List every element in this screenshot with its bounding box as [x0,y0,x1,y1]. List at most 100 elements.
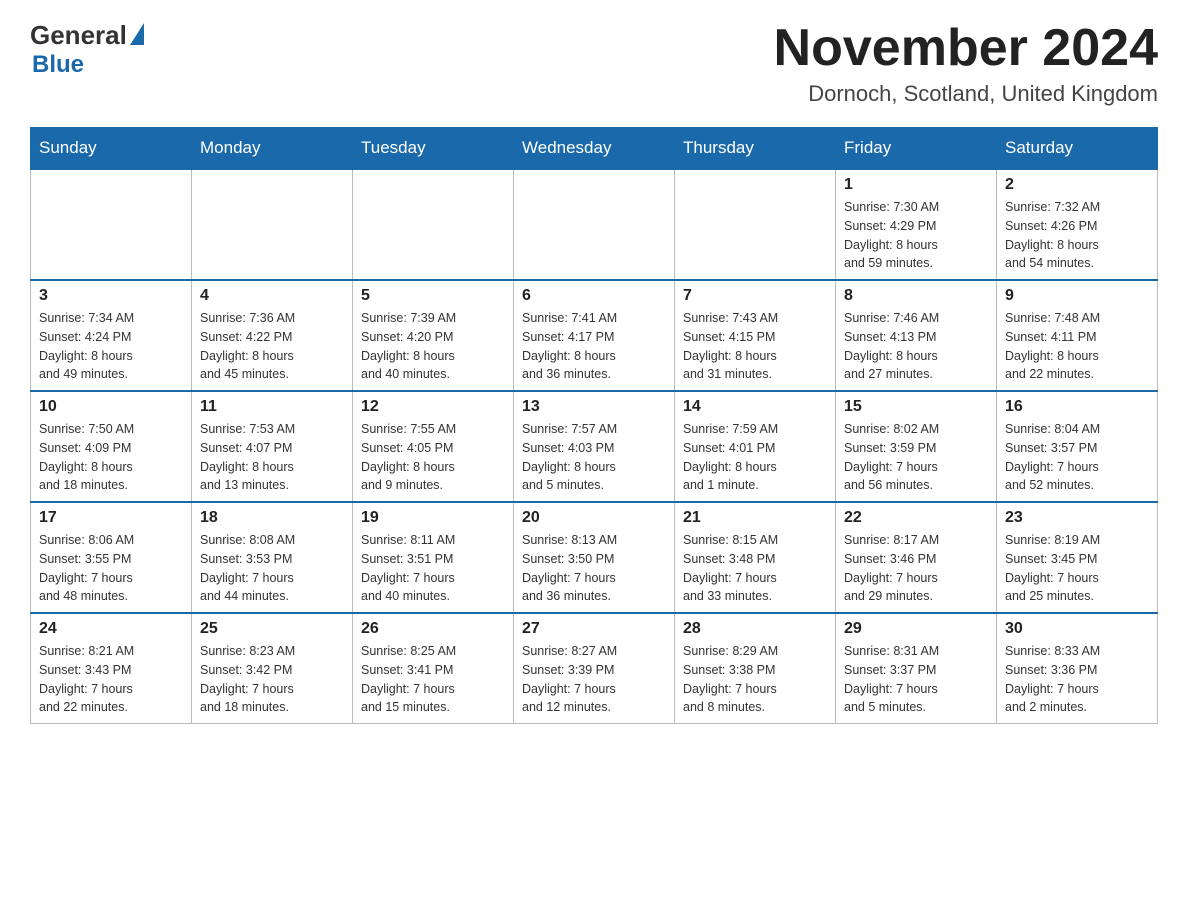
calendar-cell: 19 Sunrise: 8:11 AMSunset: 3:51 PMDayligh… [353,502,514,613]
calendar-cell: 30Sunrise: 8:33 AMSunset: 3:36 PMDayligh… [997,613,1158,724]
day-info: Sunrise: 7:39 AMSunset: 4:20 PMDaylight:… [361,309,505,384]
day-number: 6 [522,287,666,305]
day-number: 27 [522,620,666,638]
day-number: 15 [844,398,988,416]
day-number: 5 [361,287,505,305]
calendar-cell: 12Sunrise: 7:55 AMSunset: 4:05 PMDayligh… [353,391,514,502]
calendar-cell: 7 Sunrise: 7:43 AMSunset: 4:15 PMDaylight… [675,280,836,391]
day-info: Sunrise: 7:36 AMSunset: 4:22 PMDaylight:… [200,309,344,384]
day-info: Sunrise: 8:19 AMSunset: 3:45 PMDaylight:… [1005,531,1149,606]
day-info: Sunrise: 7:55 AMSunset: 4:05 PMDaylight:… [361,420,505,495]
day-info: Sunrise: 8:11 AMSunset: 3:51 PMDaylight:… [361,531,505,606]
calendar-cell: 1 Sunrise: 7:30 AMSunset: 4:29 PMDaylight… [836,169,997,280]
calendar-cell: 23 Sunrise: 8:19 AMSunset: 3:45 PMDayligh… [997,502,1158,613]
week-row-3: 10 Sunrise: 7:50 AMSunset: 4:09 PMDayligh… [31,391,1158,502]
location-subtitle: Dornoch, Scotland, United Kingdom [774,81,1158,107]
day-number: 13 [522,398,666,416]
day-number: 9 [1005,287,1149,305]
col-header-sunday: Sunday [31,128,192,170]
col-header-wednesday: Wednesday [514,128,675,170]
day-number: 23 [1005,509,1149,527]
logo-blue-text: Blue [30,51,84,78]
day-number: 1 [844,176,988,194]
day-info: Sunrise: 8:29 AMSunset: 3:38 PMDaylight:… [683,642,827,717]
calendar-cell: 16 Sunrise: 8:04 AMSunset: 3:57 PMDayligh… [997,391,1158,502]
day-number: 7 [683,287,827,305]
calendar-cell: 22 Sunrise: 8:17 AMSunset: 3:46 PMDayligh… [836,502,997,613]
col-header-tuesday: Tuesday [353,128,514,170]
day-number: 24 [39,620,183,638]
calendar-cell: 8 Sunrise: 7:46 AMSunset: 4:13 PMDaylight… [836,280,997,391]
calendar-cell [353,169,514,280]
day-info: Sunrise: 7:48 AMSunset: 4:11 PMDaylight:… [1005,309,1149,384]
day-info: Sunrise: 7:46 AMSunset: 4:13 PMDaylight:… [844,309,988,384]
calendar-cell: 20Sunrise: 8:13 AMSunset: 3:50 PMDayligh… [514,502,675,613]
calendar-cell: 18Sunrise: 8:08 AMSunset: 3:53 PMDayligh… [192,502,353,613]
col-header-friday: Friday [836,128,997,170]
calendar-cell [514,169,675,280]
day-info: Sunrise: 7:34 AMSunset: 4:24 PMDaylight:… [39,309,183,384]
day-info: Sunrise: 8:23 AMSunset: 3:42 PMDaylight:… [200,642,344,717]
day-info: Sunrise: 8:17 AMSunset: 3:46 PMDaylight:… [844,531,988,606]
day-number: 30 [1005,620,1149,638]
calendar-cell: 3Sunrise: 7:34 AMSunset: 4:24 PMDaylight… [31,280,192,391]
calendar-cell: 17 Sunrise: 8:06 AMSunset: 3:55 PMDayligh… [31,502,192,613]
calendar-cell: 25 Sunrise: 8:23 AMSunset: 3:42 PMDayligh… [192,613,353,724]
day-number: 21 [683,509,827,527]
week-row-5: 24Sunrise: 8:21 AMSunset: 3:43 PMDayligh… [31,613,1158,724]
day-info: Sunrise: 7:53 AMSunset: 4:07 PMDaylight:… [200,420,344,495]
calendar-cell: 26Sunrise: 8:25 AMSunset: 3:41 PMDayligh… [353,613,514,724]
day-info: Sunrise: 7:43 AMSunset: 4:15 PMDaylight:… [683,309,827,384]
day-number: 8 [844,287,988,305]
calendar-table: SundayMondayTuesdayWednesdayThursdayFrid… [30,127,1158,724]
day-info: Sunrise: 7:41 AMSunset: 4:17 PMDaylight:… [522,309,666,384]
day-info: Sunrise: 8:02 AMSunset: 3:59 PMDaylight:… [844,420,988,495]
calendar-header-row: SundayMondayTuesdayWednesdayThursdayFrid… [31,128,1158,170]
day-info: Sunrise: 8:27 AMSunset: 3:39 PMDaylight:… [522,642,666,717]
day-number: 28 [683,620,827,638]
logo: General Blue [30,20,144,79]
day-number: 10 [39,398,183,416]
day-info: Sunrise: 7:50 AMSunset: 4:09 PMDaylight:… [39,420,183,495]
day-number: 14 [683,398,827,416]
col-header-thursday: Thursday [675,128,836,170]
calendar-cell: 14 Sunrise: 7:59 AMSunset: 4:01 PMDayligh… [675,391,836,502]
day-number: 22 [844,509,988,527]
day-number: 26 [361,620,505,638]
calendar-cell [192,169,353,280]
day-number: 16 [1005,398,1149,416]
day-number: 19 [361,509,505,527]
day-info: Sunrise: 8:04 AMSunset: 3:57 PMDaylight:… [1005,420,1149,495]
day-number: 2 [1005,176,1149,194]
calendar-cell: 28 Sunrise: 8:29 AMSunset: 3:38 PMDayligh… [675,613,836,724]
calendar-cell: 29Sunrise: 8:31 AMSunset: 3:37 PMDayligh… [836,613,997,724]
month-title: November 2024 [774,20,1158,77]
calendar-cell: 13Sunrise: 7:57 AMSunset: 4:03 PMDayligh… [514,391,675,502]
logo-general-text: General [30,20,127,51]
calendar-cell: 10 Sunrise: 7:50 AMSunset: 4:09 PMDayligh… [31,391,192,502]
day-info: Sunrise: 7:59 AMSunset: 4:01 PMDaylight:… [683,420,827,495]
calendar-cell: 27 Sunrise: 8:27 AMSunset: 3:39 PMDayligh… [514,613,675,724]
day-number: 18 [200,509,344,527]
day-number: 20 [522,509,666,527]
calendar-cell: 15 Sunrise: 8:02 AMSunset: 3:59 PMDayligh… [836,391,997,502]
day-number: 17 [39,509,183,527]
calendar-cell: 24Sunrise: 8:21 AMSunset: 3:43 PMDayligh… [31,613,192,724]
day-number: 11 [200,398,344,416]
calendar-cell: 9 Sunrise: 7:48 AMSunset: 4:11 PMDaylight… [997,280,1158,391]
calendar-cell: 2Sunrise: 7:32 AMSunset: 4:26 PMDaylight… [997,169,1158,280]
day-info: Sunrise: 8:15 AMSunset: 3:48 PMDaylight:… [683,531,827,606]
day-info: Sunrise: 8:06 AMSunset: 3:55 PMDaylight:… [39,531,183,606]
day-info: Sunrise: 7:30 AMSunset: 4:29 PMDaylight:… [844,198,988,273]
week-row-4: 17 Sunrise: 8:06 AMSunset: 3:55 PMDayligh… [31,502,1158,613]
week-row-2: 3Sunrise: 7:34 AMSunset: 4:24 PMDaylight… [31,280,1158,391]
calendar-cell: 4Sunrise: 7:36 AMSunset: 4:22 PMDaylight… [192,280,353,391]
col-header-monday: Monday [192,128,353,170]
col-header-saturday: Saturday [997,128,1158,170]
calendar-cell [675,169,836,280]
day-number: 25 [200,620,344,638]
calendar-cell: 21 Sunrise: 8:15 AMSunset: 3:48 PMDayligh… [675,502,836,613]
page-header: General Blue November 2024 Dornoch, Scot… [30,20,1158,107]
calendar-cell: 5 Sunrise: 7:39 AMSunset: 4:20 PMDaylight… [353,280,514,391]
week-row-1: 1 Sunrise: 7:30 AMSunset: 4:29 PMDaylight… [31,169,1158,280]
